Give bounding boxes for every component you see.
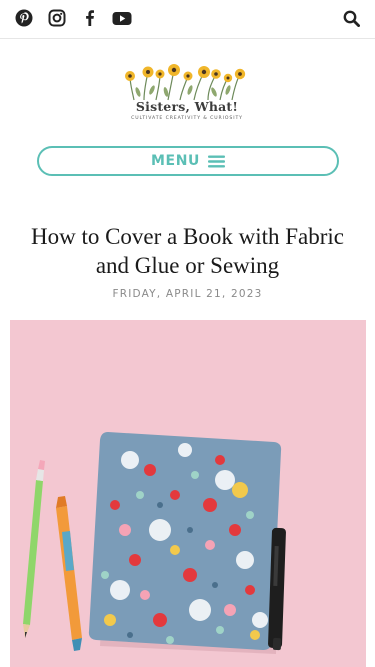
hamburger-icon (207, 155, 225, 167)
instagram-icon (48, 9, 66, 27)
featured-image (10, 320, 366, 667)
sunflowers-logo-icon (125, 64, 246, 101)
green-pencil (23, 460, 45, 638)
youtube-icon (112, 12, 132, 25)
youtube-link[interactable] (112, 9, 132, 32)
orange-pen (56, 496, 82, 651)
facebook-link[interactable] (81, 9, 99, 32)
logo-title: Sisters, What! (135, 99, 239, 114)
menu-button[interactable]: MENU (37, 146, 339, 176)
menu-label: MENU (151, 153, 200, 169)
top-bar (0, 0, 375, 39)
post-date: FRIDAY, APRIL 21, 2023 (112, 288, 263, 300)
search-icon (343, 10, 361, 28)
pinterest-link[interactable] (15, 9, 33, 32)
site-logo[interactable]: Sisters, What! CULTIVATE CREATIVITY & CU… (108, 60, 266, 130)
facebook-icon (86, 10, 94, 26)
pinterest-icon (15, 9, 33, 27)
search-button[interactable] (343, 10, 361, 32)
instagram-link[interactable] (48, 9, 66, 32)
logo-tagline: CULTIVATE CREATIVITY & CURIOSITY (131, 116, 243, 121)
post-title[interactable]: How to Cover a Book with Fabric and Glue… (20, 223, 355, 280)
fabric-book (88, 432, 282, 650)
